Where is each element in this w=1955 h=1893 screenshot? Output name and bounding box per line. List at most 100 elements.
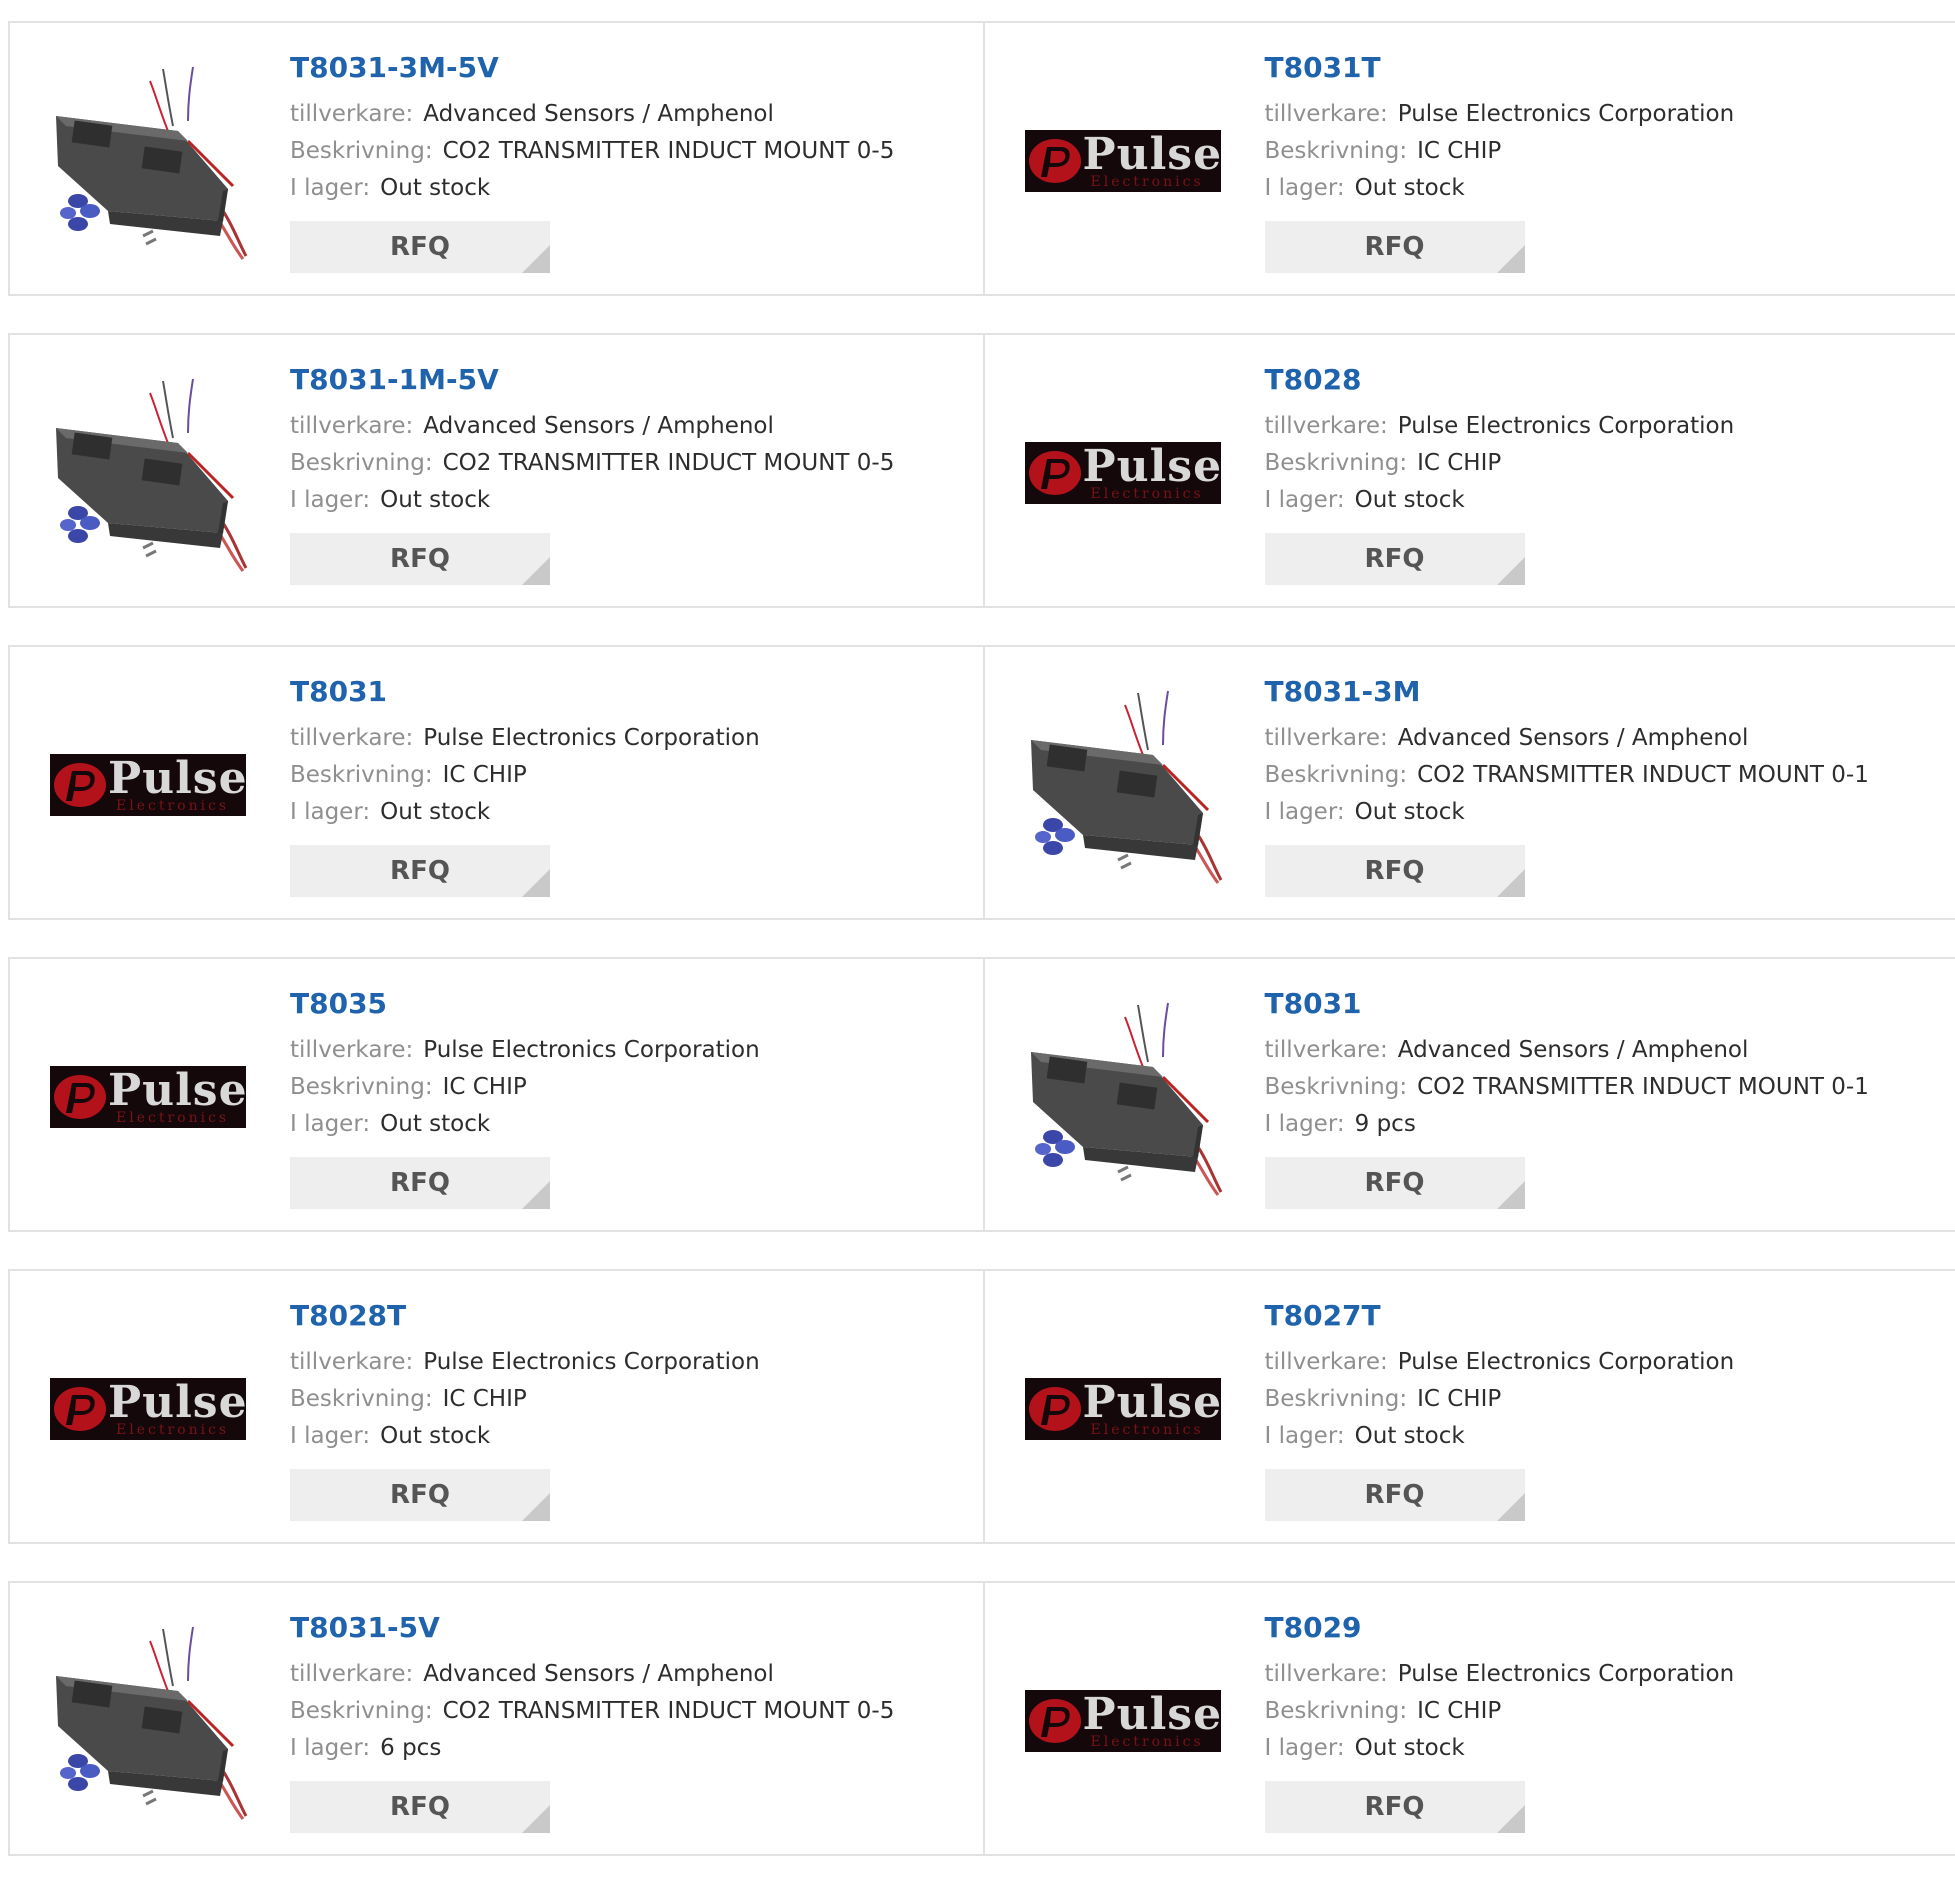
- pulse-logo[interactable]: Pulse Electronics: [1025, 1690, 1221, 1752]
- product-card: Pulse Electronics T8027T tillverkare:Pul…: [983, 1271, 1955, 1542]
- manufacturer-value: Advanced Sensors / Amphenol: [423, 413, 774, 439]
- description-line: Beskrivning:CO2 TRANSMITTER INDUCT MOUNT…: [1265, 1069, 1946, 1106]
- product-image[interactable]: Pulse Electronics: [1023, 373, 1223, 573]
- description-line: Beskrivning:CO2 TRANSMITTER INDUCT MOUNT…: [290, 133, 973, 170]
- description-line: Beskrivning:IC CHIP: [290, 1381, 973, 1418]
- rfq-button[interactable]: RFQ: [1265, 1781, 1525, 1833]
- product-part-link[interactable]: T8031: [290, 675, 973, 709]
- product-image[interactable]: Pulse Electronics: [48, 1309, 248, 1509]
- description-value: IC CHIP: [1417, 1386, 1501, 1412]
- description-value: CO2 TRANSMITTER INDUCT MOUNT 0-5: [443, 138, 895, 164]
- product-image[interactable]: Pulse Electronics: [1023, 61, 1223, 261]
- sensor-device-image[interactable]: [1023, 997, 1223, 1197]
- product-card: Pulse Electronics T8035 tillverkare:Puls…: [10, 959, 983, 1230]
- manufacturer-line: tillverkare:Pulse Electronics Corporatio…: [1265, 1344, 1946, 1381]
- pulse-logo[interactable]: Pulse Electronics: [50, 754, 246, 816]
- product-image[interactable]: [1023, 997, 1223, 1197]
- sensor-device-image[interactable]: [1023, 685, 1223, 885]
- product-part-link[interactable]: T8029: [1265, 1611, 1946, 1645]
- rfq-button[interactable]: RFQ: [290, 845, 550, 897]
- rfq-button[interactable]: RFQ: [290, 1469, 550, 1521]
- manufacturer-label: tillverkare:: [1265, 413, 1388, 439]
- manufacturer-line: tillverkare:Pulse Electronics Corporatio…: [290, 1344, 973, 1381]
- description-value: IC CHIP: [443, 1074, 527, 1100]
- pulse-logo-brand: Pulse: [1083, 442, 1221, 492]
- product-card: T8031 tillverkare:Advanced Sensors / Amp…: [983, 959, 1955, 1230]
- description-label: Beskrivning:: [1265, 1386, 1408, 1412]
- pulse-logo-sub: Electronics: [116, 1110, 229, 1126]
- manufacturer-label: tillverkare:: [1265, 1349, 1388, 1375]
- stock-value: Out stock: [380, 175, 490, 201]
- sensor-device-image[interactable]: [48, 373, 248, 573]
- product-image[interactable]: [48, 61, 248, 261]
- rfq-button[interactable]: RFQ: [1265, 221, 1525, 273]
- product-image[interactable]: [48, 373, 248, 573]
- stock-value: Out stock: [1355, 799, 1465, 825]
- rfq-button[interactable]: RFQ: [290, 1157, 550, 1209]
- sensor-device-image[interactable]: [48, 61, 248, 261]
- product-card: Pulse Electronics T8028 tillverkare: Puls…: [983, 335, 1955, 606]
- product-part-link[interactable]: T8028T: [290, 1299, 973, 1333]
- product-image[interactable]: Pulse Electronics: [48, 997, 248, 1197]
- product-part-link[interactable]: T8031-3M-5V: [290, 51, 973, 85]
- manufacturer-value: Advanced Sensors / Amphenol: [423, 101, 774, 127]
- rfq-button[interactable]: RFQ: [1265, 533, 1525, 585]
- rfq-button[interactable]: RFQ: [1265, 845, 1525, 897]
- stock-label: I lager:: [1265, 175, 1345, 201]
- product-part-link[interactable]: T8035: [290, 987, 973, 1021]
- product-info: T8027T tillverkare:Pulse Electronics Cor…: [1265, 1299, 1946, 1521]
- rfq-button[interactable]: RFQ: [290, 221, 550, 273]
- product-info: T8031T tillverkare:Pulse Electronics Cor…: [1265, 51, 1946, 273]
- description-value: IC CHIP: [1417, 138, 1501, 164]
- product-info: T8031 tillverkare:Advanced Sensors / Amp…: [1265, 987, 1946, 1209]
- stock-label: I lager:: [1265, 1423, 1345, 1449]
- stock-label: I lager:: [290, 487, 370, 513]
- product-image[interactable]: [1023, 685, 1223, 885]
- rfq-button[interactable]: RFQ: [1265, 1157, 1525, 1209]
- rfq-button[interactable]: RFQ: [1265, 1469, 1525, 1521]
- stock-value: Out stock: [380, 1423, 490, 1449]
- product-card: T8031-3M tillverkare:Advanced Sensors / …: [983, 647, 1955, 918]
- pulse-logo[interactable]: Pulse Electronics: [1025, 1378, 1221, 1440]
- product-grid: T8031-3M-5V tillverkare: Advanced Sensors…: [8, 21, 1955, 1893]
- description-line: Beskrivning:IC CHIP: [1265, 1693, 1946, 1730]
- product-part-link[interactable]: T8031T: [1265, 51, 1946, 85]
- product-part-link[interactable]: T8031: [1265, 987, 1946, 1021]
- product-image[interactable]: Pulse Electronics: [48, 685, 248, 885]
- product-part-link[interactable]: T8031-5V: [290, 1611, 973, 1645]
- pulse-logo[interactable]: Pulse Electronics: [1025, 442, 1221, 504]
- product-part-link[interactable]: T8031-3M: [1265, 675, 1946, 709]
- product-info: T8029 tillverkare:Pulse Electronics Corp…: [1265, 1611, 1946, 1833]
- stock-value: Out stock: [380, 799, 490, 825]
- pulse-logo[interactable]: Pulse Electronics: [50, 1066, 246, 1128]
- product-info: T8035 tillverkare:Pulse Electronics Corp…: [290, 987, 973, 1209]
- product-image[interactable]: [48, 1621, 248, 1821]
- stock-line: I lager:Out stock: [1265, 482, 1946, 519]
- description-value: CO2 TRANSMITTER INDUCT MOUNT 0-1: [1417, 762, 1869, 788]
- product-image[interactable]: Pulse Electronics: [1023, 1621, 1223, 1821]
- product-part-link[interactable]: T8028: [1265, 363, 1946, 397]
- manufacturer-label: tillverkare:: [1265, 1661, 1388, 1687]
- sensor-device-image[interactable]: [48, 1621, 248, 1821]
- rfq-button[interactable]: RFQ: [290, 533, 550, 585]
- description-value: CO2 TRANSMITTER INDUCT MOUNT 0-5: [443, 1698, 895, 1724]
- pulse-logo[interactable]: Pulse Electronics: [1025, 130, 1221, 192]
- pulse-logo-brand: Pulse: [108, 1378, 246, 1428]
- description-value: IC CHIP: [1417, 1698, 1501, 1724]
- product-image[interactable]: Pulse Electronics: [1023, 1309, 1223, 1509]
- product-part-link[interactable]: T8027T: [1265, 1299, 1946, 1333]
- rfq-button[interactable]: RFQ: [290, 1781, 550, 1833]
- description-line: Beskrivning:IC CHIP: [1265, 445, 1946, 482]
- manufacturer-label: tillverkare:: [1265, 1037, 1388, 1063]
- pulse-logo[interactable]: Pulse Electronics: [50, 1378, 246, 1440]
- product-card: Pulse Electronics T8031T tillverkare:Pul…: [983, 23, 1955, 294]
- description-label: Beskrivning:: [1265, 450, 1408, 476]
- manufacturer-line: tillverkare:Pulse Electronics Corporatio…: [290, 1032, 973, 1069]
- pulse-logo-sub: Electronics: [116, 1422, 229, 1438]
- stock-line: I lager:Out stock: [290, 170, 973, 207]
- product-card: Pulse Electronics T8028T tillverkare:Pul…: [10, 1271, 983, 1542]
- manufacturer-value: Pulse Electronics Corporation: [1398, 413, 1734, 439]
- stock-label: I lager:: [1265, 1735, 1345, 1761]
- description-line: Beskrivning:IC CHIP: [290, 757, 973, 794]
- product-part-link[interactable]: T8031-1M-5V: [290, 363, 973, 397]
